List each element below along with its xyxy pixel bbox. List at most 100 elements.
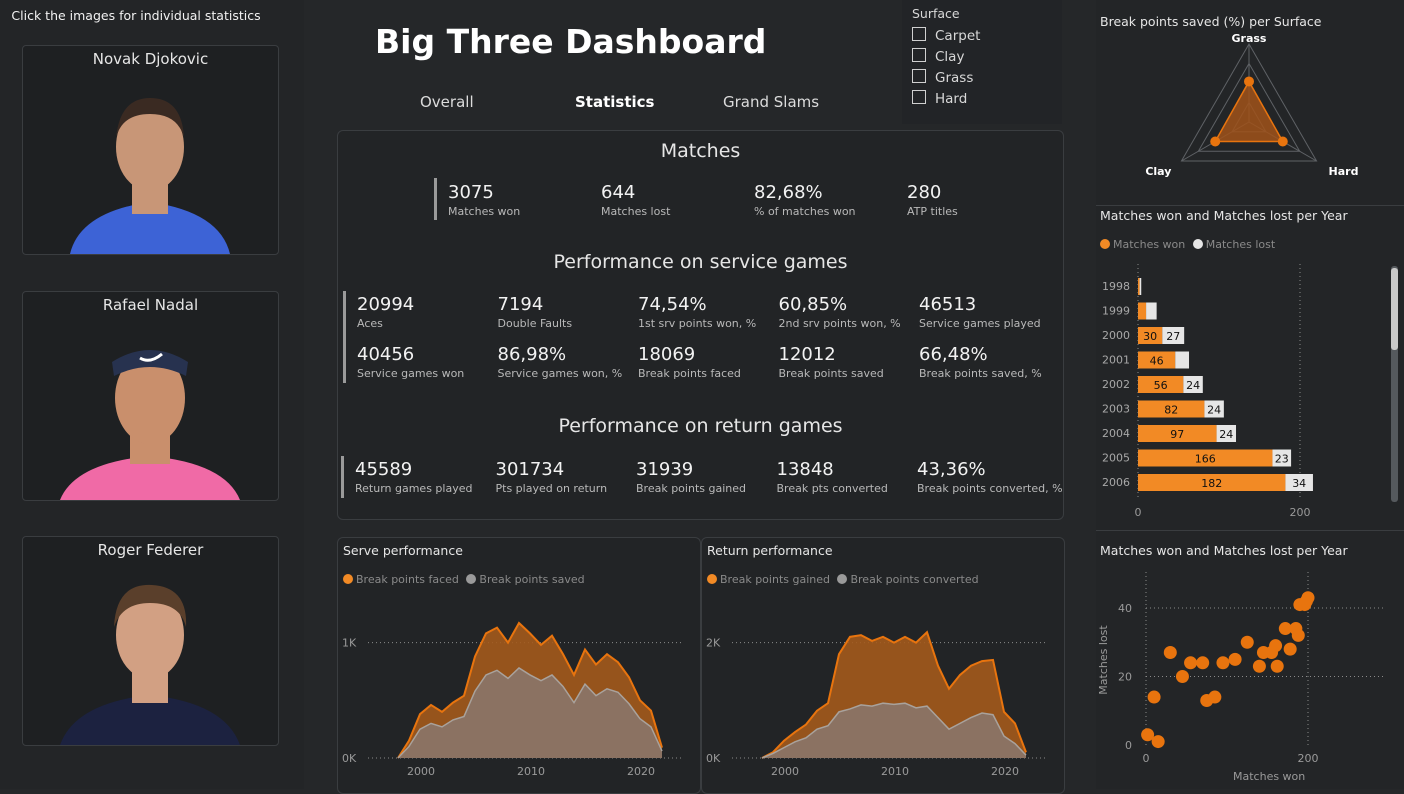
kpi-accent-bar <box>343 291 346 383</box>
player-card-nadal[interactable]: Rafael Nadal <box>22 291 279 501</box>
player-photo[interactable] <box>50 72 250 254</box>
checkbox[interactable] <box>912 48 926 62</box>
kpi-label: Pts played on return <box>495 482 608 495</box>
legend-swatch <box>1192 239 1203 249</box>
kpi-label: Aces <box>357 317 383 330</box>
legend-label: Break points converted <box>850 573 979 586</box>
player-card-federer[interactable]: Roger Federer <box>22 536 279 746</box>
divider <box>1096 205 1404 206</box>
option-label: Clay <box>935 49 965 65</box>
kpi-label: Break points saved, % <box>919 367 1042 380</box>
y-tick-label: 2000 <box>1102 329 1130 342</box>
x-tick-label: 200 <box>1298 752 1319 765</box>
kpi-return-4: 43,36% Break points converted, % <box>917 459 1063 495</box>
chart-title: Break points saved (%) per Surface <box>1100 14 1322 29</box>
tab-overall[interactable]: Overall <box>420 93 474 111</box>
kpi-value: 3075 <box>448 182 494 203</box>
scatter-point <box>1163 646 1177 660</box>
scatter-point <box>1252 659 1266 673</box>
kpi-accent-bar <box>341 456 344 498</box>
data-label: 24 <box>1207 404 1221 417</box>
radar-area <box>1213 79 1285 143</box>
kpi-label: 2nd srv points won, % <box>778 317 901 330</box>
slicer-option-clay[interactable]: Clay <box>912 48 964 65</box>
kpi-service-5: 40456 Service games won <box>357 344 464 380</box>
x-tick-label: 200 <box>1290 506 1311 519</box>
bar-lost <box>1139 278 1142 295</box>
player-card-djokovic[interactable]: Novak Djokovic <box>22 45 279 255</box>
kpi-value: 82,68% <box>754 182 823 203</box>
kpi-value: 280 <box>907 182 942 203</box>
data-label: 23 <box>1275 453 1289 466</box>
legend-swatch <box>1100 239 1110 249</box>
return-chart-panel: Return performance Break points gained B… <box>701 537 1065 794</box>
kpi-value: 60,85% <box>778 294 848 315</box>
kpi-label: Service games won, % <box>497 367 623 380</box>
kpi-service-4: 46513 Service games played <box>919 294 1041 330</box>
checkbox[interactable] <box>912 27 926 41</box>
serve-chart-panel: Serve performance Break points faced Bre… <box>337 537 701 794</box>
right-charts: Break points saved (%) per Surface Grass… <box>1096 0 1404 789</box>
option-label: Grass <box>935 70 974 86</box>
kpi-return-0: 45589 Return games played <box>355 459 472 495</box>
checkbox[interactable] <box>912 90 926 104</box>
legend-swatch <box>343 574 353 584</box>
kpi-panel: Matches 3075 Matches won 644 Matches lost … <box>337 130 1064 520</box>
x-tick-label: 2000 <box>771 765 799 778</box>
kpi-label: ATP titles <box>907 205 958 218</box>
slicer-option-carpet[interactable]: Carpet <box>912 27 980 44</box>
x-tick-label: 0 <box>1135 506 1142 519</box>
scatter-chart: 0 20 40 0 200 Matches won Matches lost <box>1097 572 1386 783</box>
scatter-point <box>1175 670 1189 683</box>
kpi-value: 301734 <box>495 459 565 480</box>
scatter-point <box>1228 652 1242 666</box>
slicer-option-hard[interactable]: Hard <box>912 90 967 107</box>
x-axis-label: Matches won <box>1233 770 1305 783</box>
kpi-atp-titles: 280 ATP titles <box>907 182 958 218</box>
y-tick-label: 0K <box>706 752 721 765</box>
legend-swatch <box>837 574 848 584</box>
scatter-point <box>1184 656 1198 670</box>
bar-lost <box>1146 302 1157 320</box>
y-tick-label: 1998 <box>1102 280 1130 293</box>
data-label: 182 <box>1201 477 1222 490</box>
y-tick-label: 0K <box>342 752 357 765</box>
tab-statistics[interactable]: Statistics <box>575 93 654 111</box>
scatter-point <box>1299 594 1313 608</box>
legend-label: Matches lost <box>1205 238 1276 251</box>
y-tick-label: 0 <box>1125 739 1132 752</box>
slicer-option-grass[interactable]: Grass <box>912 69 973 86</box>
y-tick-label: 2004 <box>1102 427 1130 440</box>
kpi-service-9: 66,48% Break points saved, % <box>919 344 1042 380</box>
kpi-label: Matches won <box>448 205 521 218</box>
legend-swatch <box>466 574 477 584</box>
player-name: Roger Federer <box>97 541 204 559</box>
x-tick-label: 0 <box>1143 752 1150 765</box>
radar-point <box>1244 76 1254 87</box>
kpi-matches-won: 3075 Matches won <box>448 182 520 218</box>
kpi-value: 40456 <box>357 344 415 365</box>
kpi-value: 12012 <box>778 344 836 365</box>
player-photo[interactable] <box>50 563 250 745</box>
player-sidebar: Click the images for individual statisti… <box>0 0 304 789</box>
radar-label: Grass <box>1232 32 1267 45</box>
kpi-value: 43,36% <box>917 459 986 480</box>
kpi-accent-bar <box>434 178 437 220</box>
chart-legend: Matches won Matches lost <box>1100 238 1275 251</box>
scrollbar-thumb[interactable] <box>1391 268 1398 350</box>
kpi-label: Break points faced <box>638 367 741 380</box>
y-axis-label: Matches lost <box>1097 625 1110 695</box>
data-label: 166 <box>1195 453 1216 466</box>
scatter-point <box>1283 642 1297 656</box>
kpi-return-2: 31939 Break points gained <box>636 459 746 495</box>
kpi-service-8: 12012 Break points saved <box>779 344 884 380</box>
player-photo[interactable] <box>50 318 250 500</box>
radar-label: Clay <box>1145 165 1171 178</box>
section-title-service: Performance on service games <box>553 251 848 273</box>
scatter-point <box>1196 656 1210 670</box>
radar-point <box>1210 136 1221 147</box>
tab-grand-slams[interactable]: Grand Slams <box>723 93 819 111</box>
kpi-label: Break points gained <box>636 482 746 495</box>
kpi-label: Service games won <box>357 367 465 380</box>
checkbox[interactable] <box>912 69 926 83</box>
